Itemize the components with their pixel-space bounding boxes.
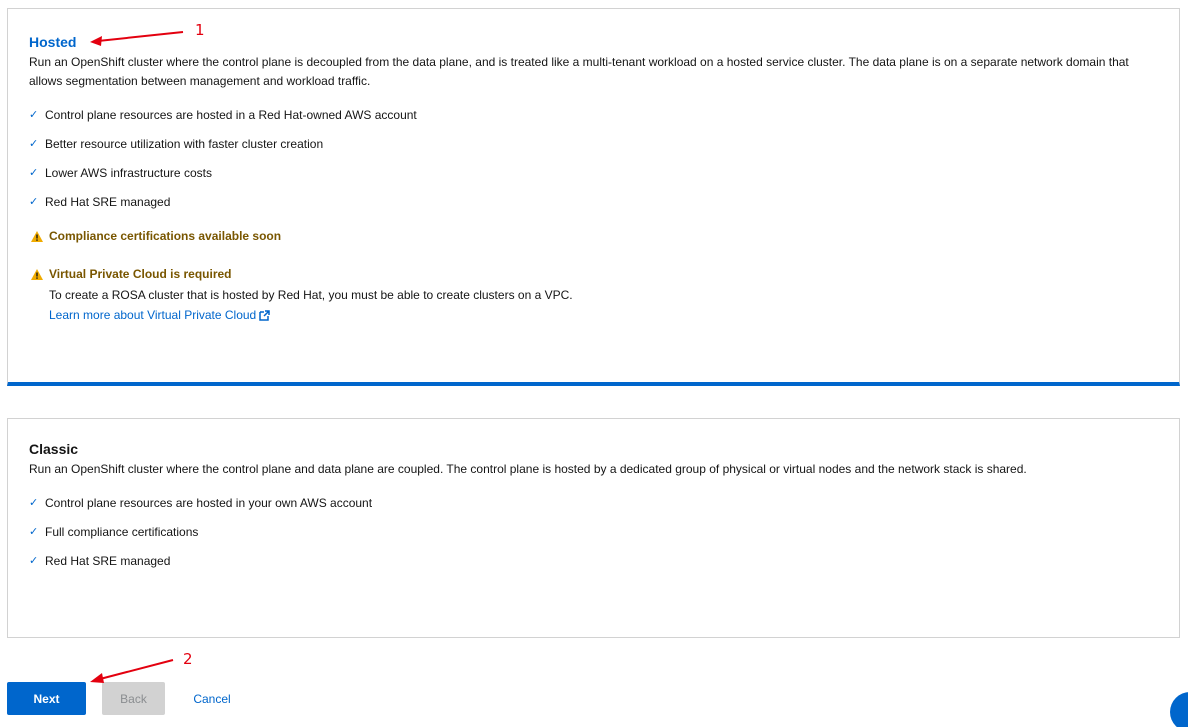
classic-feature-list: ✓ Control plane resources are hosted in y… xyxy=(29,489,1161,576)
list-item: ✓ Red Hat SRE managed xyxy=(29,547,1161,576)
external-link-icon xyxy=(259,309,270,321)
vpc-warning: Virtual Private Cloud is required xyxy=(29,263,1161,285)
help-badge[interactable] xyxy=(1170,692,1188,727)
list-item: ✓ Lower AWS infrastructure costs xyxy=(29,159,1161,188)
annotation-arrow-2 xyxy=(90,659,174,683)
check-icon: ✓ xyxy=(29,138,39,150)
classic-option-card[interactable]: Classic Run an OpenShift cluster where t… xyxy=(7,418,1180,638)
check-icon: ✓ xyxy=(29,497,39,509)
back-button[interactable]: Back xyxy=(102,682,165,715)
compliance-warning: Compliance certifications available soon xyxy=(29,225,1161,247)
vpc-warning-body: To create a ROSA cluster that is hosted … xyxy=(49,285,1161,325)
cancel-button[interactable]: Cancel xyxy=(176,682,248,715)
list-item: ✓ Better resource utilization with faster… xyxy=(29,130,1161,159)
list-item: ✓ Full compliance certifications xyxy=(29,518,1161,547)
list-item: ✓ Red Hat SRE managed xyxy=(29,188,1161,217)
warning-triangle-icon xyxy=(29,268,45,280)
annotation-number-1: 1 xyxy=(195,21,205,39)
list-item: ✓ Control plane resources are hosted in a… xyxy=(29,101,1161,130)
check-icon: ✓ xyxy=(29,167,39,179)
hosted-option-card[interactable]: Hosted Run an OpenShift cluster where th… xyxy=(7,8,1180,386)
list-item: ✓ Control plane resources are hosted in y… xyxy=(29,489,1161,518)
warning-triangle-icon xyxy=(29,230,45,242)
classic-description: Run an OpenShift cluster where the contr… xyxy=(29,462,1027,476)
annotation-number-2: 2 xyxy=(183,650,193,668)
check-icon: ✓ xyxy=(29,526,39,538)
wizard-page: Hosted Run an OpenShift cluster where th… xyxy=(0,0,1188,727)
check-icon: ✓ xyxy=(29,196,39,208)
next-button[interactable]: Next xyxy=(7,682,86,715)
hosted-description: Run an OpenShift cluster where the contr… xyxy=(29,55,1129,88)
classic-title: Classic xyxy=(29,441,79,457)
check-icon: ✓ xyxy=(29,555,39,567)
check-icon: ✓ xyxy=(29,109,39,121)
hosted-feature-list: ✓ Control plane resources are hosted in a… xyxy=(29,101,1161,217)
vpc-learn-more-link[interactable]: Learn more about Virtual Private Cloud xyxy=(49,305,270,325)
